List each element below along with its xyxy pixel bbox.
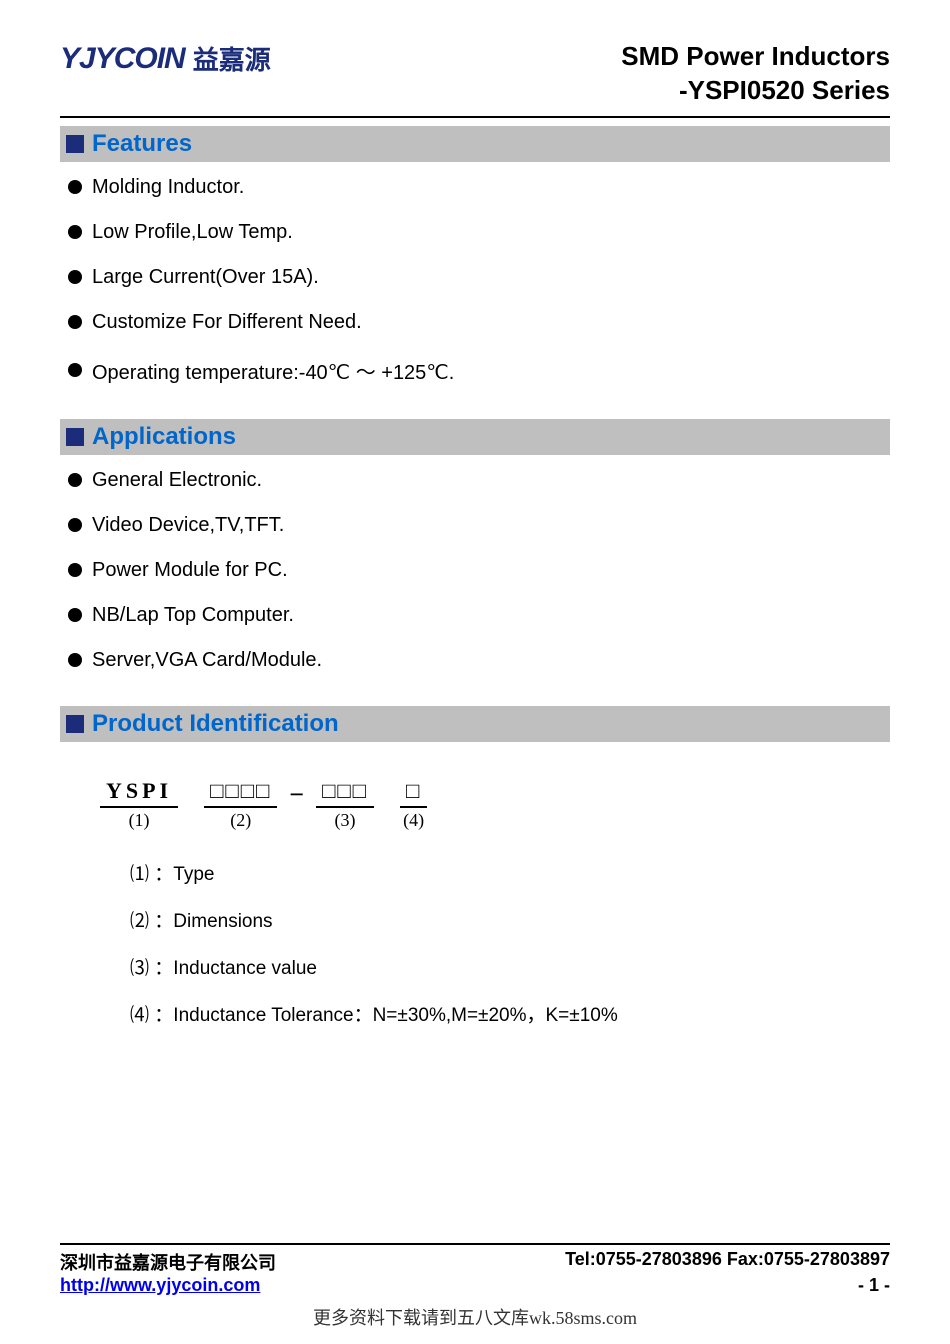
id-label-1: (1) [129, 810, 150, 831]
id-top-4: □ [400, 778, 427, 808]
footer: 深圳市益嘉源电子有限公司 Tel:0755-27803896 Fax:0755-… [60, 1243, 890, 1296]
id-legend-text: ：Inductance value [154, 958, 317, 979]
list-item-text: Power Module for PC. [92, 559, 288, 582]
id-label-2: (2) [230, 810, 251, 831]
list-item: NB/Lap Top Computer. [68, 604, 890, 627]
section-header-identification: Product Identification [60, 706, 890, 742]
footer-line2: http://www.yjycoin.com - 1 - [60, 1275, 890, 1296]
list-item-text: General Electronic. [92, 469, 262, 492]
id-legend-item: ⑶ ：Inductance value [130, 953, 890, 980]
section-header-features: Features [60, 126, 890, 162]
id-legend-text: ：Type [154, 864, 214, 885]
id-group-4: □ (4) [400, 778, 427, 831]
document-title: SMD Power Inductors -YSPI0520 Series [621, 40, 890, 108]
id-legend-text: ：Dimensions [154, 911, 272, 932]
circle-bullet-icon [68, 225, 82, 239]
id-dash: − [289, 778, 304, 810]
section-title-applications: Applications [92, 423, 236, 451]
section-header-applications: Applications [60, 419, 890, 455]
logo-cn-text: 益嘉源 [193, 40, 271, 77]
logo: YJYCOIN 益嘉源 [60, 40, 271, 77]
list-item-text: Large Current(Over 15A). [92, 266, 319, 289]
square-bullet-icon [66, 428, 84, 446]
id-legend-num: ⑶ [130, 958, 149, 979]
list-item-text: Server,VGA Card/Module. [92, 649, 322, 672]
id-top-1: YSPI [100, 778, 178, 808]
features-list: Molding Inductor. Low Profile,Low Temp. … [60, 176, 890, 413]
id-scheme-row: YSPI (1) □□□□ (2) − □□□ (3) □ (4) [100, 778, 890, 831]
circle-bullet-icon [68, 270, 82, 284]
id-group-3: □□□ (3) [316, 778, 374, 831]
list-item: Server,VGA Card/Module. [68, 649, 890, 672]
id-label-4: (4) [403, 810, 424, 831]
id-group-1: YSPI (1) [100, 778, 178, 831]
footer-page-number: - 1 - [858, 1275, 890, 1296]
circle-bullet-icon [68, 315, 82, 329]
list-item: Large Current(Over 15A). [68, 266, 890, 289]
list-item: Video Device,TV,TFT. [68, 514, 890, 537]
list-item: General Electronic. [68, 469, 890, 492]
footer-divider [60, 1243, 890, 1245]
id-top-2: □□□□ [204, 778, 277, 808]
id-label-3: (3) [335, 810, 356, 831]
header-row: YJYCOIN 益嘉源 SMD Power Inductors -YSPI052… [60, 40, 890, 108]
id-legend-item: ⑷ ：Inductance Tolerance：N=±30%,M=±20%，K=… [130, 1000, 890, 1027]
list-item: Customize For Different Need. [68, 311, 890, 334]
list-item: Molding Inductor. [68, 176, 890, 199]
id-legend-num: ⑵ [130, 911, 149, 932]
list-item-text: NB/Lap Top Computer. [92, 604, 294, 627]
page-container: YJYCOIN 益嘉源 SMD Power Inductors -YSPI052… [0, 0, 950, 1344]
id-top-3: □□□ [316, 778, 374, 808]
watermark-text: 更多资料下载请到五八文库wk.58sms.com [0, 1304, 950, 1330]
list-item: Operating temperature:-40℃ ～ +125℃. [68, 356, 890, 385]
logo-main-text: YJYCOIN [60, 42, 185, 76]
circle-bullet-icon [68, 473, 82, 487]
id-group-2: □□□□ (2) [204, 778, 277, 831]
id-legend-item: ⑵ ：Dimensions [130, 906, 890, 933]
header-divider [60, 116, 890, 118]
id-legend-item: ⑴ ：Type [130, 859, 890, 886]
list-item-text: Video Device,TV,TFT. [92, 514, 284, 537]
circle-bullet-icon [68, 608, 82, 622]
id-legend-num: ⑴ [130, 864, 149, 885]
circle-bullet-icon [68, 518, 82, 532]
applications-list: General Electronic. Video Device,TV,TFT.… [60, 469, 890, 700]
circle-bullet-icon [68, 180, 82, 194]
circle-bullet-icon [68, 653, 82, 667]
footer-company: 深圳市益嘉源电子有限公司 [60, 1249, 276, 1275]
footer-contact: Tel:0755-27803896 Fax:0755-27803897 [565, 1249, 890, 1275]
circle-bullet-icon [68, 363, 82, 377]
section-title-features: Features [92, 130, 192, 158]
list-item: Low Profile,Low Temp. [68, 221, 890, 244]
doc-title-line1: SMD Power Inductors [621, 40, 890, 74]
id-scheme: YSPI (1) □□□□ (2) − □□□ (3) □ (4) [100, 778, 890, 831]
list-item: Power Module for PC. [68, 559, 890, 582]
footer-line1: 深圳市益嘉源电子有限公司 Tel:0755-27803896 Fax:0755-… [60, 1249, 890, 1275]
doc-title-line2: -YSPI0520 Series [621, 74, 890, 108]
id-legend-text: ：Inductance Tolerance：N=±30%,M=±20%，K=±1… [154, 1005, 617, 1026]
square-bullet-icon [66, 135, 84, 153]
square-bullet-icon [66, 715, 84, 733]
list-item-text: Operating temperature:-40℃ ～ +125℃. [92, 356, 454, 385]
list-item-text: Customize For Different Need. [92, 311, 362, 334]
identification-block: YSPI (1) □□□□ (2) − □□□ (3) □ (4) [60, 756, 890, 1027]
footer-url-link[interactable]: http://www.yjycoin.com [60, 1275, 260, 1296]
list-item-text: Molding Inductor. [92, 176, 244, 199]
id-legend: ⑴ ：Type ⑵ ：Dimensions ⑶ ：Inductance valu… [100, 859, 890, 1027]
section-title-identification: Product Identification [92, 710, 339, 738]
id-legend-num: ⑷ [130, 1005, 149, 1026]
circle-bullet-icon [68, 563, 82, 577]
list-item-text: Low Profile,Low Temp. [92, 221, 293, 244]
